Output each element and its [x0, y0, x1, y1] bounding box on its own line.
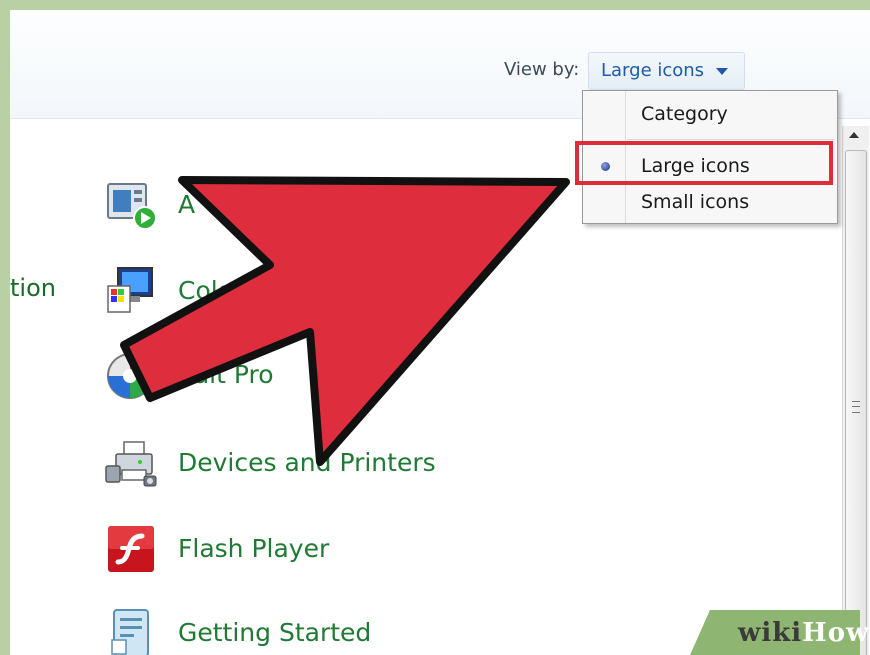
pointer-arrow-icon	[120, 176, 570, 466]
watermark-text: wikiHow	[738, 618, 870, 648]
